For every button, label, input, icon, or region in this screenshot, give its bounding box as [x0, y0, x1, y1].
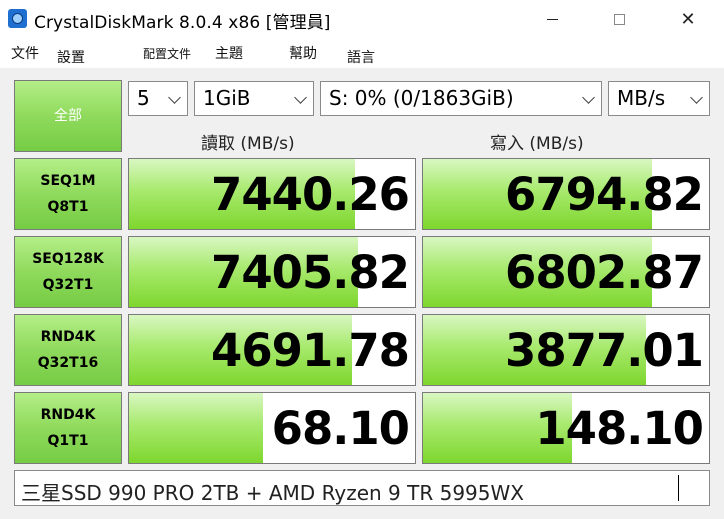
test-queue: Q32T16 — [37, 355, 99, 371]
comment-input[interactable]: 三星SSD 990 PRO 2TB + AMD Ryzen 9 TR 5995W… — [14, 470, 710, 506]
test-button-seq128k-q32t1[interactable]: SEQ128K Q32T1 — [14, 236, 122, 308]
unit-select[interactable]: MB/s — [608, 81, 710, 116]
minimize-button[interactable] — [518, 0, 586, 38]
read-bar — [129, 393, 264, 463]
title-bar: CrystalDiskMark 8.0.4 x86 [管理員] ✕ — [0, 0, 724, 38]
drive-value: S: 0% (0/1863GiB) — [329, 86, 514, 110]
test-button-seq1m-q8t1[interactable]: SEQ1M Q8T1 — [14, 158, 122, 230]
app-icon — [8, 9, 27, 28]
test-name: RND4K — [40, 407, 96, 423]
test-name: SEQ128K — [32, 251, 104, 267]
menu-theme[interactable]: 主題 — [215, 43, 243, 63]
write-result: 6794.82 — [422, 158, 710, 230]
chevron-down-icon — [690, 91, 703, 104]
unit-value: MB/s — [617, 86, 666, 110]
chevron-down-icon — [168, 91, 181, 104]
test-queue: Q32T1 — [42, 277, 94, 293]
test-size-value: 1GiB — [203, 86, 251, 110]
write-result: 6802.87 — [422, 236, 710, 308]
menu-help[interactable]: 幫助 — [289, 43, 317, 63]
write-value: 6802.87 — [505, 245, 704, 299]
test-name: RND4K — [40, 329, 96, 345]
test-count-value: 5 — [137, 86, 150, 110]
menu-settings[interactable]: 設置 — [57, 47, 85, 67]
write-column-header: 寫入 (MB/s) — [490, 134, 584, 154]
test-count-select[interactable]: 5 — [128, 81, 188, 116]
test-queue: Q1T1 — [47, 433, 89, 449]
read-result: 4691.78 — [128, 314, 416, 386]
menu-language[interactable]: 語言 — [347, 47, 375, 67]
write-value: 3877.01 — [505, 323, 704, 377]
write-result: 148.10 — [422, 392, 710, 464]
run-all-button[interactable]: 全部 — [14, 80, 122, 152]
read-value: 7405.82 — [211, 245, 410, 299]
read-result: 7440.26 — [128, 158, 416, 230]
chevron-down-icon — [294, 91, 307, 104]
test-name: SEQ1M — [40, 173, 96, 189]
menu-bar: 文件 設置 配置文件 主題 幫助 語言 — [0, 38, 724, 68]
write-value: 148.10 — [535, 401, 704, 455]
maximize-icon — [613, 13, 625, 25]
text-cursor — [678, 475, 679, 501]
close-button[interactable]: ✕ — [654, 0, 722, 38]
read-value: 68.10 — [271, 401, 410, 455]
write-result: 3877.01 — [422, 314, 710, 386]
drive-select[interactable]: S: 0% (0/1863GiB) — [320, 81, 602, 116]
test-button-rnd4k-q1t1[interactable]: RND4K Q1T1 — [14, 392, 122, 464]
read-result: 7405.82 — [128, 236, 416, 308]
chevron-down-icon — [582, 91, 595, 104]
maximize-button[interactable] — [585, 0, 653, 38]
read-value: 4691.78 — [211, 323, 410, 377]
write-value: 6794.82 — [505, 167, 704, 221]
menu-profile[interactable]: 配置文件 — [143, 45, 191, 62]
close-icon: ✕ — [680, 8, 696, 30]
run-all-label: 全部 — [54, 108, 82, 124]
read-result: 68.10 — [128, 392, 416, 464]
test-queue: Q8T1 — [47, 199, 89, 215]
test-button-rnd4k-q32t16[interactable]: RND4K Q32T16 — [14, 314, 122, 386]
test-size-select[interactable]: 1GiB — [194, 81, 314, 116]
read-value: 7440.26 — [211, 167, 410, 221]
window-title: CrystalDiskMark 8.0.4 x86 [管理員] — [34, 13, 331, 33]
read-column-header: 讀取 (MB/s) — [201, 134, 295, 154]
comment-text: 三星SSD 990 PRO 2TB + AMD Ryzen 9 TR 5995W… — [21, 481, 524, 505]
menu-file[interactable]: 文件 — [11, 43, 39, 63]
minimize-icon — [546, 18, 558, 20]
